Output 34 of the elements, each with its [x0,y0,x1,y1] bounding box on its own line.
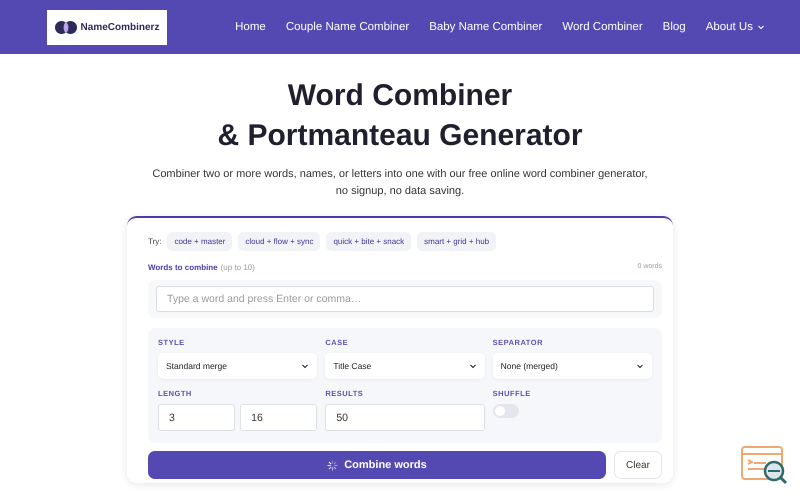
chevron-icon [301,362,310,370]
select-field[interactable]: Standard merge [158,353,318,379]
number-field[interactable]: 50 [325,404,485,431]
nav-link[interactable]: Baby Name Combiner [429,21,542,33]
chevron-icon [468,362,477,370]
shuffle-toggle[interactable] [492,404,519,418]
example-chip[interactable]: smart + grid + hub [417,232,496,251]
subtitle: Combiner two or more words, names, or letters into one with our free online word combiner generator, no signup, no data saving. [151,167,649,199]
combine-button[interactable]: Combine words [148,451,606,479]
words-label: Words to combine (up to 10) [148,263,255,272]
code-search-icon[interactable] [740,445,790,485]
nav-link[interactable]: Word Combiner [562,21,643,33]
nav-link[interactable]: Couple Name Combiner [286,21,410,33]
number-field[interactable]: 16 [240,404,318,431]
number-field[interactable]: 3 [158,404,236,431]
chevron-icon [636,362,644,370]
nav-link[interactable]: Home [235,21,266,33]
nav-link[interactable]: Blog [662,21,686,33]
example-chip[interactable]: code + master [167,232,232,251]
spinner-icon [327,460,338,470]
select-field[interactable]: Title Case [325,353,485,379]
word-input[interactable]: Type a word and press Enter or comma… [156,286,654,312]
example-chip[interactable]: quick + bite + snack [326,232,412,251]
select-field[interactable]: None (merged) [492,353,652,379]
clear-button[interactable]: Clear [614,451,662,479]
nav-link[interactable]: About Us [706,21,765,33]
logo-icon [54,20,77,34]
page-title: Word Combiner [286,78,514,114]
try-label: Try: [148,237,162,246]
example-chip[interactable]: cloud + flow + sync [238,232,320,251]
page-title: & Portmanteau Generator [216,118,584,154]
chevron-icon [757,23,765,31]
logo[interactable]: NameCombinerz [47,10,167,44]
logo-text: NameCombinerz [80,22,160,32]
